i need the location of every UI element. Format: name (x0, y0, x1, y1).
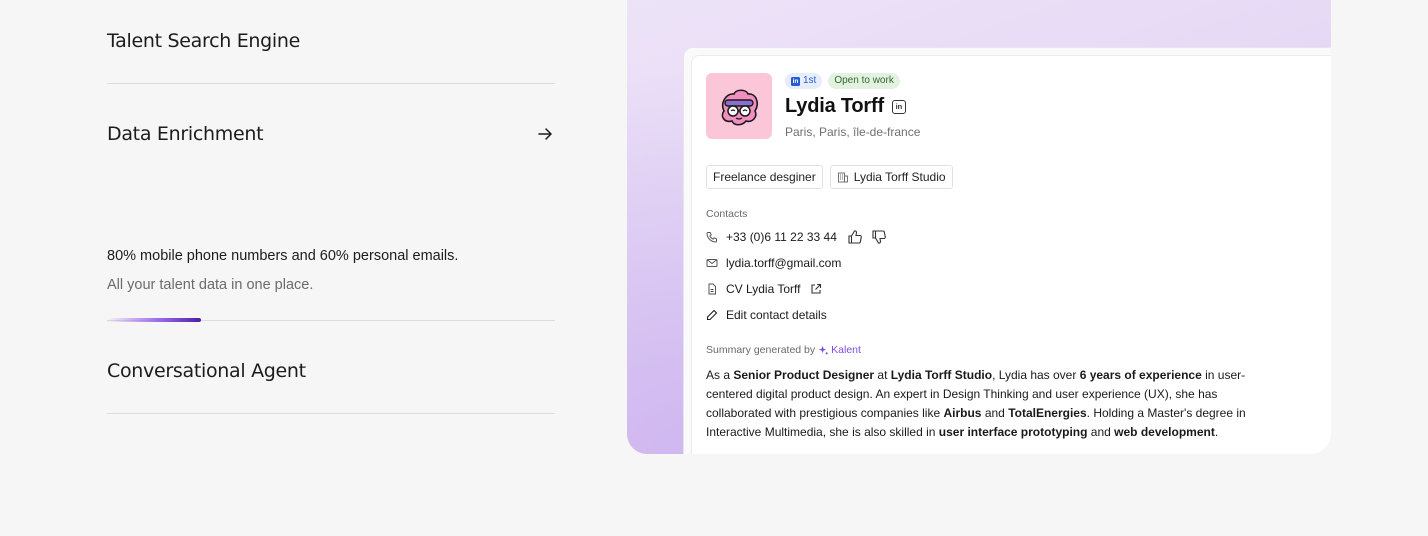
profile-showcase: in 1st Open to work Lydia Torff in Paris… (627, 0, 1331, 454)
phone-number[interactable]: +33 (0)6 11 22 33 44 (726, 230, 837, 244)
feature-subdescription: All your talent data in one place. (107, 277, 314, 293)
sparkle-icon (819, 345, 829, 355)
summary-text: As a (706, 368, 734, 382)
feature-data-enrichment[interactable]: Data Enrichment (107, 123, 555, 145)
feature-talent-search[interactable]: Talent Search Engine (107, 30, 555, 52)
divider (107, 413, 555, 414)
summary-text: . (1214, 425, 1219, 439)
company-tag: Lydia Torff Studio (829, 165, 953, 189)
linkedin-degree-badge: in 1st (785, 73, 823, 89)
edit-contact-button[interactable]: Edit contact details (706, 308, 827, 322)
pencil-icon (706, 309, 718, 321)
summary-text: and (981, 406, 1009, 420)
summary-text: and (1087, 425, 1115, 439)
feature-title: Conversational Agent (107, 360, 306, 382)
linkedin-profile-icon[interactable]: in (891, 99, 906, 114)
profile-summary: As a Senior Product Designer at Lydia To… (706, 366, 1286, 442)
feature-title: Data Enrichment (107, 123, 264, 145)
contacts-label: Contacts (706, 208, 748, 220)
linkedin-icon: in (791, 76, 800, 86)
kalent-brand: Kalent (818, 344, 861, 356)
email-address[interactable]: lydia.torff@gmail.com (726, 256, 841, 270)
brain-mascot-icon (721, 89, 758, 126)
feature-description: 80% mobile phone numbers and 60% persona… (107, 248, 459, 264)
feature-conversational-agent[interactable]: Conversational Agent (107, 360, 306, 382)
contact-cv: CV Lydia Torff (706, 282, 822, 296)
profile-name-row: Lydia Torff in (785, 95, 906, 118)
profile-badges: in 1st Open to work (785, 73, 900, 89)
building-icon (837, 172, 848, 183)
external-link-icon[interactable] (810, 283, 822, 295)
summary-highlight: TotalEnergies (1008, 406, 1087, 420)
feature-title: Talent Search Engine (107, 30, 301, 52)
feature-progress (107, 318, 555, 322)
document-icon (708, 283, 716, 295)
arrow-right-icon (538, 128, 552, 140)
summary-highlight: Lydia Torff Studio (890, 368, 993, 382)
profile-tags: Freelance desginer Lydia Torff Studio (706, 165, 953, 189)
divider (107, 83, 555, 84)
summary-highlight: web development (1114, 425, 1215, 439)
summary-highlight: Senior Product Designer (733, 368, 875, 382)
summary-label-text: Summary generated by (706, 344, 816, 356)
phone-icon (706, 232, 717, 243)
thumbs-down-icon[interactable] (871, 229, 887, 245)
profile-location: Paris, Paris, île-de-france (785, 125, 921, 139)
profile-name: Lydia Torff (785, 95, 884, 117)
contact-phone: +33 (0)6 11 22 33 44 (706, 229, 887, 245)
tag-label: Freelance desginer (713, 170, 816, 184)
summary-highlight: Airbus (943, 406, 982, 420)
open-to-work-badge: Open to work (828, 73, 900, 89)
degree-label: 1st (803, 75, 817, 86)
summary-text: at (874, 368, 891, 382)
contact-email: lydia.torff@gmail.com (706, 256, 841, 270)
mail-icon (706, 259, 718, 267)
cv-link[interactable]: CV Lydia Torff (726, 282, 800, 296)
edit-contact-label: Edit contact details (726, 308, 827, 322)
profile-card: in 1st Open to work Lydia Torff in Paris… (691, 55, 1331, 454)
thumbs-up-icon[interactable] (847, 229, 863, 245)
tag-label: Lydia Torff Studio (853, 170, 946, 184)
summary-label: Summary generated by Kalent (706, 344, 861, 356)
avatar (706, 73, 772, 139)
summary-highlight: user interface prototyping (938, 425, 1088, 439)
summary-text: , Lydia has over (992, 368, 1080, 382)
summary-highlight: 6 years of experience (1079, 368, 1202, 382)
kalent-label: Kalent (831, 344, 861, 356)
progress-fill (107, 318, 202, 322)
job-title-tag: Freelance desginer (706, 165, 823, 189)
